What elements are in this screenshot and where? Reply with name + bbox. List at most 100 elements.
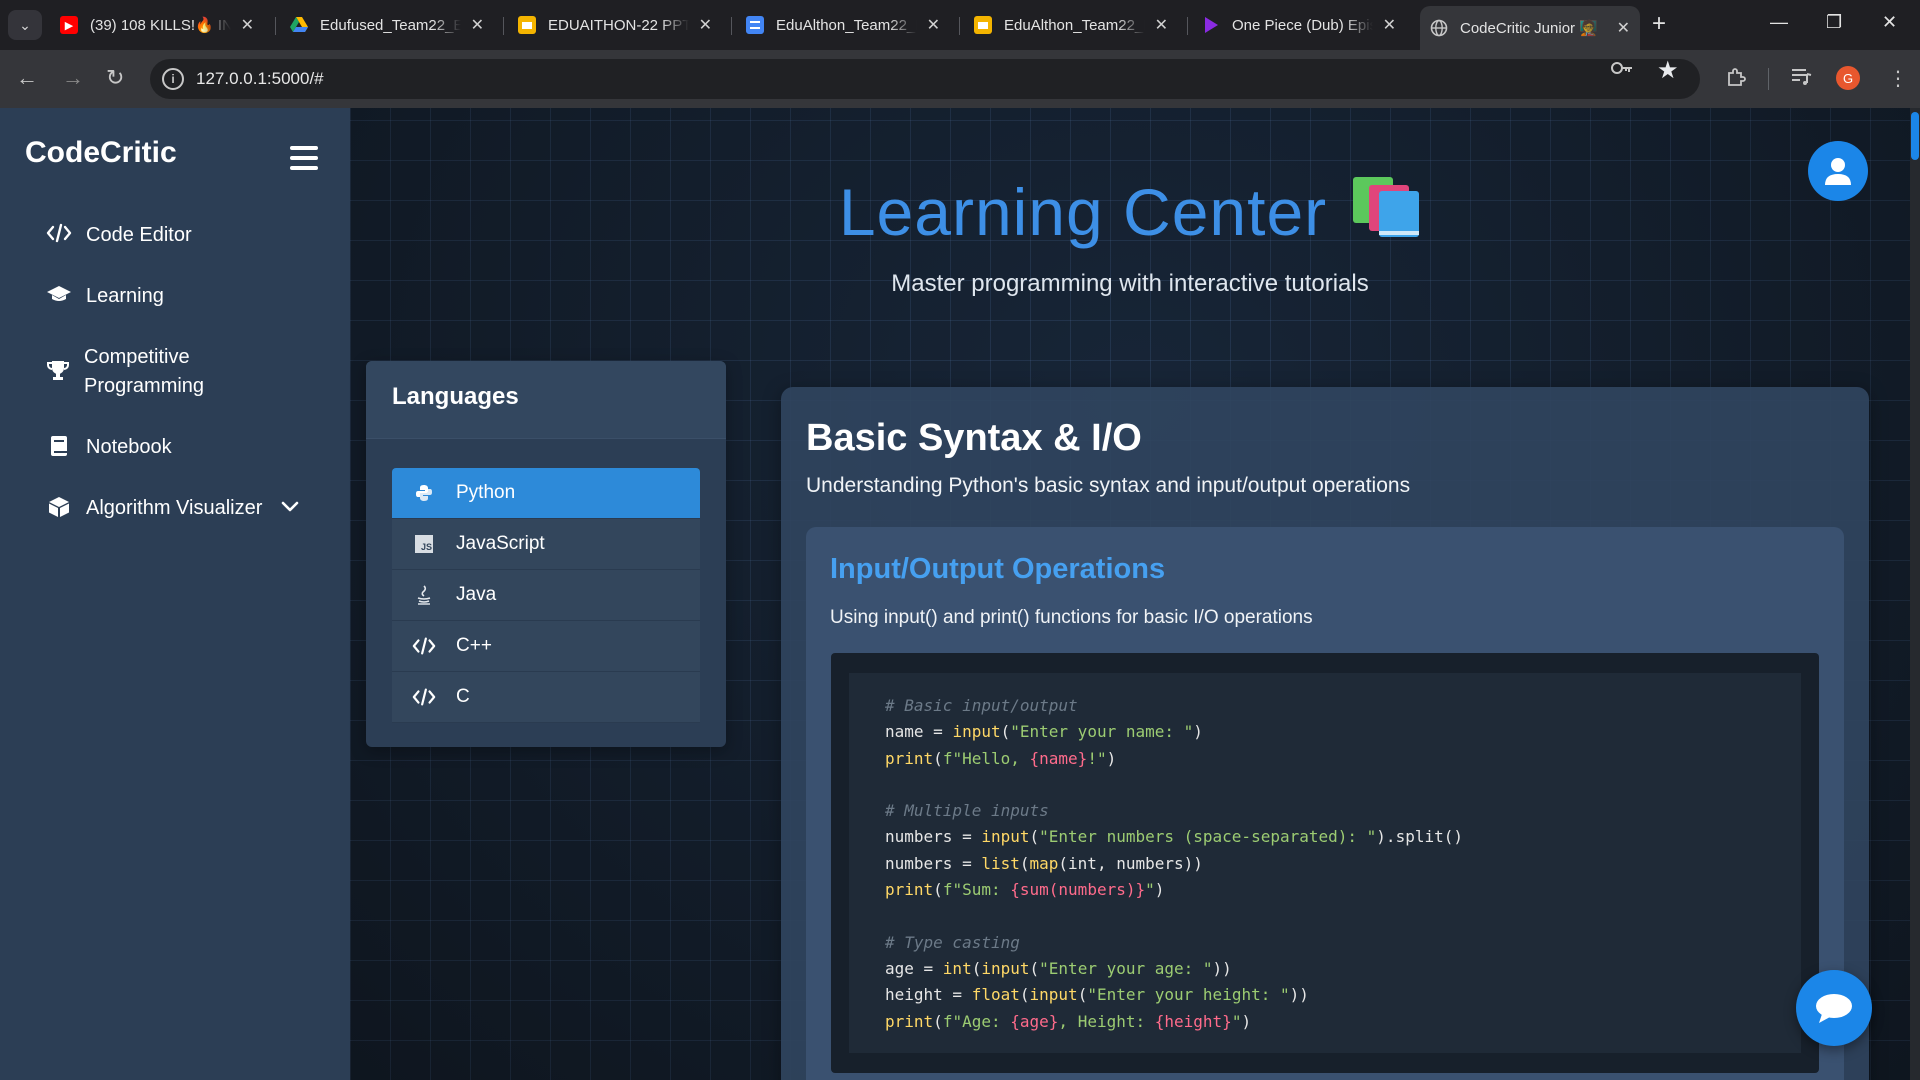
code-icon [412,687,436,707]
java-icon [412,585,436,605]
minimize-icon[interactable]: — [1770,12,1788,33]
address-bar[interactable]: i 127.0.0.1:5000/# [150,59,1700,99]
tab-separator [1187,17,1188,35]
tab-title: (39) 108 KILLS!🔥 IN [90,17,231,34]
browser-tab[interactable]: Edufused_Team22_Ed ✕ [280,8,494,42]
code-line: print(f"Hello, {name}!") [885,748,1117,768]
chevron-down-icon[interactable] [280,494,300,523]
scrollbar-thumb[interactable] [1911,112,1919,160]
lesson-card: Basic Syntax & I/O Understanding Python'… [781,387,1869,1080]
slides-icon [518,16,536,34]
language-item-cpp[interactable]: C++ [392,621,700,672]
sidebar-item-notebook[interactable]: Notebook [46,433,172,462]
extensions-icon[interactable] [1725,66,1747,94]
user-avatar-button[interactable] [1808,141,1868,201]
tab-separator [275,17,276,35]
browser-tab[interactable]: EDUAITHON-22 PPT.p ✕ [508,8,722,42]
close-icon[interactable]: ✕ [241,15,254,35]
main-content: Learning Center Master programming with … [350,108,1920,1080]
brand-logo[interactable]: CodeCritic [25,136,177,170]
tab-search-button[interactable]: ⌄ [8,10,42,40]
password-key-icon[interactable] [1610,58,1634,84]
close-icon[interactable]: ✕ [1617,18,1630,38]
code-line: numbers = list(map(int, numbers)) [885,853,1203,873]
page-subtitle: Master programming with interactive tuto… [891,270,1369,297]
close-icon[interactable]: ✕ [471,15,484,35]
language-label: C++ [456,635,492,656]
browser-tab[interactable]: EduAlthon_Team22_F ✕ [964,8,1178,42]
code-line: age = int(input("Enter your age: ")) [885,958,1232,978]
language-label: C [456,686,470,707]
sidebar-item-competitive-programming[interactable]: Competitive Programming [46,343,246,401]
sidebar-item-label: Competitive Programming [84,346,205,397]
restore-icon[interactable]: ❐ [1826,12,1842,33]
tab-title: Edufused_Team22_Ed [320,16,461,34]
back-icon[interactable]: ← [16,65,38,91]
language-list: Python JS JavaScript Java C++ C [392,468,700,723]
code-block-container: # Basic input/output name = input("Enter … [831,653,1819,1073]
scrollbar-track[interactable] [1910,108,1920,1080]
new-tab-button[interactable]: + [1652,12,1666,36]
close-icon[interactable]: ✕ [927,15,940,35]
cube-icon [46,494,72,518]
forward-icon[interactable]: → [62,65,84,91]
language-item-java[interactable]: Java [392,570,700,621]
code-block[interactable]: # Basic input/output name = input("Enter … [849,673,1801,1053]
close-icon[interactable]: ✕ [699,15,712,35]
profile-avatar[interactable]: G [1836,66,1860,90]
lesson-title: Basic Syntax & I/O [806,417,1142,459]
browser-tab[interactable]: One Piece (Dub) Epis ✕ [1192,8,1406,42]
url-text[interactable]: 127.0.0.1:5000/# [196,69,324,89]
user-icon [1825,158,1851,185]
media-controls-icon[interactable] [1790,66,1812,92]
code-line: print(f"Sum: {sum(numbers)}") [885,880,1165,900]
hamburger-menu-icon[interactable] [290,146,318,176]
chat-button[interactable] [1796,970,1872,1046]
browser-tab[interactable]: ▶ (39) 108 KILLS!🔥 IN ✕ [50,8,264,42]
languages-panel: Languages Python JS JavaScript Java C++ … [366,361,726,747]
python-icon [412,484,436,502]
youtube-icon: ▶ [60,16,78,34]
tab-separator [503,17,504,35]
book-icon [46,433,72,457]
code-line: numbers = input("Enter numbers (space-se… [885,827,1463,847]
reload-icon[interactable]: ↻ [106,65,124,91]
bookmark-star-icon[interactable]: ★ [1657,56,1679,85]
tab-separator [959,17,960,35]
site-info-icon[interactable]: i [162,68,184,90]
language-label: Java [456,584,497,605]
code-line: name = input("Enter your name: ") [885,722,1203,742]
code-icon [46,221,72,243]
play-icon [1202,16,1220,34]
sidebar-item-label: Algorithm Visualizer [86,497,263,519]
js-icon: JS [412,535,436,553]
browser-menu-icon[interactable]: ⋮ [1888,66,1908,91]
language-item-c[interactable]: C [392,672,700,723]
drive-icon [290,16,308,34]
language-label: Python [456,482,516,503]
code-line: # Type casting [885,932,1020,952]
section-title: Input/Output Operations [830,553,1166,585]
browser-toolbar: ← → ↻ i 127.0.0.1:5000/# ★ G ⋮ [0,50,1920,108]
language-item-javascript[interactable]: JS JavaScript [392,519,700,570]
sidebar: CodeCritic Code Editor Learning Competit… [0,108,350,1080]
chat-bubble-icon [1816,994,1852,1023]
sidebar-item-label: Code Editor [86,224,192,246]
browser-tab-active[interactable]: CodeCritic Junior 🧑‍🏫 ✕ [1420,6,1640,50]
language-item-python[interactable]: Python [392,468,700,519]
close-icon[interactable]: ✕ [1383,15,1396,35]
code-line: # Basic input/output [885,696,1078,715]
tab-title: EduAlthon_Team22_F [1004,16,1145,34]
window-close-icon[interactable]: ✕ [1882,12,1897,33]
books-emoji-icon [1351,175,1421,239]
close-icon[interactable]: ✕ [1155,15,1168,35]
graduation-cap-icon [46,282,72,304]
sidebar-item-learning[interactable]: Learning [46,282,164,311]
sidebar-item-code-editor[interactable]: Code Editor [46,221,192,250]
sidebar-item-algorithm-visualizer[interactable]: Algorithm Visualizer [46,494,300,523]
lesson-section: Input/Output Operations Using input() an… [806,527,1844,1080]
browser-tab[interactable]: EduAlthon_Team22_F ✕ [736,8,950,42]
code-line: # Multiple inputs [885,801,1049,821]
